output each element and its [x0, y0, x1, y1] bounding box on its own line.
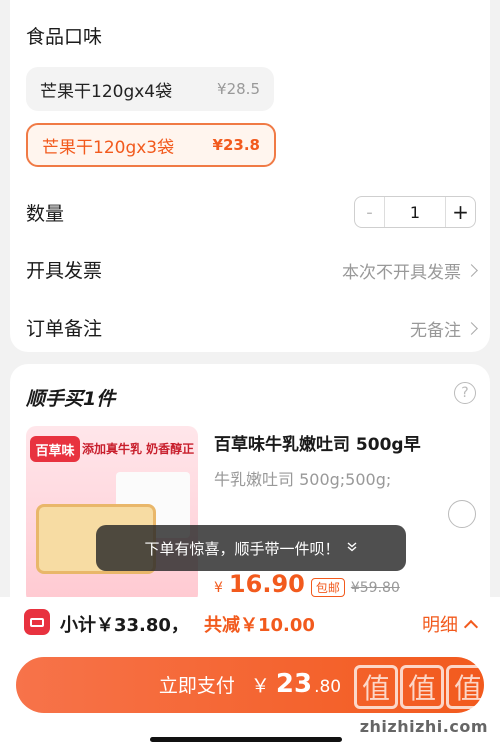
invoice-row[interactable]: 本次不开具发票	[342, 258, 478, 283]
product-spec: 牛乳嫩吐司 500g;500g;	[214, 470, 392, 489]
addon-title: 顺手买1件	[26, 388, 116, 410]
invoice-label: 开具发票	[26, 260, 103, 282]
watermark-char: 值	[400, 665, 444, 709]
flavor-option-name: 芒果干120gx4袋	[40, 81, 173, 102]
original-price: ¥59.80	[350, 580, 400, 596]
watermark-logo: 值 值 值	[354, 665, 490, 709]
detail-label: 明细	[422, 615, 458, 636]
watermark-char: 值	[354, 665, 398, 709]
watermark-url: zhizhizhi.com	[359, 717, 488, 736]
quantity-stepper: - 1 +	[354, 196, 476, 228]
toast-text: 下单有惊喜，顺手带一件呗！	[144, 539, 340, 558]
invoice-value: 本次不开具发票	[342, 263, 461, 283]
coupon-icon	[24, 609, 50, 635]
remark-row[interactable]: 无备注	[410, 316, 478, 341]
chevron-right-icon	[465, 264, 478, 277]
quantity-minus-button[interactable]: -	[355, 197, 385, 227]
flavor-option-price: ¥23.8	[212, 136, 260, 154]
flavor-option-price: ¥28.5	[217, 80, 260, 98]
quantity-value[interactable]: 1	[385, 197, 445, 227]
chevron-up-icon	[463, 619, 479, 634]
addon-card: 顺手买1件 ? 百草味 添加真牛乳 奶香醇正 百草味牛乳嫩吐司 500g早 牛乳…	[10, 364, 490, 624]
watermark-char: 值	[446, 665, 490, 709]
chevron-double-down-icon	[346, 539, 358, 557]
image-slogan: 添加真牛乳 奶香醇正	[82, 442, 195, 456]
order-options-card: 食品口味 芒果干120gx4袋 ¥28.5 芒果干120gx3袋 ¥23.8 数…	[10, 0, 490, 352]
flavor-option-name: 芒果干120gx3袋	[42, 137, 175, 158]
product-name[interactable]: 百草味牛乳嫩吐司 500g早	[214, 430, 421, 455]
help-icon[interactable]: ?	[454, 382, 476, 404]
brand-logo-text: 百草味	[35, 443, 75, 459]
quantity-label: 数量	[26, 203, 65, 225]
flavor-option-3-bags-selected[interactable]: 芒果干120gx3袋 ¥23.8	[26, 123, 276, 167]
select-radio[interactable]	[448, 500, 476, 528]
product-price-row: ¥ 16.90 包邮 ¥59.80	[214, 570, 400, 598]
product-image[interactable]: 百草味 添加真牛乳 奶香醇正	[26, 426, 198, 604]
pay-amount-decimal: .80	[314, 677, 342, 697]
promo-toast[interactable]: 下单有惊喜，顺手带一件呗！	[96, 525, 406, 571]
checkout-bar: 小计￥33.80， 共减￥10.00 明细 立即支付 ￥ 23 .80 值 值 …	[0, 597, 500, 750]
price-symbol: ¥	[214, 580, 223, 596]
subtotal-text: 小计￥33.80，	[60, 615, 189, 636]
detail-toggle[interactable]: 明细	[422, 611, 479, 637]
quantity-plus-button[interactable]: +	[445, 197, 475, 227]
pay-label: 立即支付	[158, 675, 235, 697]
pay-currency: ￥	[250, 675, 270, 697]
flavor-option-4-bags[interactable]: 芒果干120gx4袋 ¥28.5	[26, 67, 274, 111]
flavor-section-title: 食品口味	[26, 26, 103, 48]
product-price: 16.90	[228, 570, 305, 598]
reduction-text: 共减￥10.00	[204, 615, 315, 636]
home-indicator[interactable]	[150, 737, 342, 742]
pay-amount-integer: 23	[275, 669, 313, 699]
remark-label: 订单备注	[26, 318, 103, 340]
free-shipping-badge: 包邮	[310, 578, 345, 597]
remark-value: 无备注	[410, 321, 461, 341]
chevron-right-icon	[465, 322, 478, 335]
